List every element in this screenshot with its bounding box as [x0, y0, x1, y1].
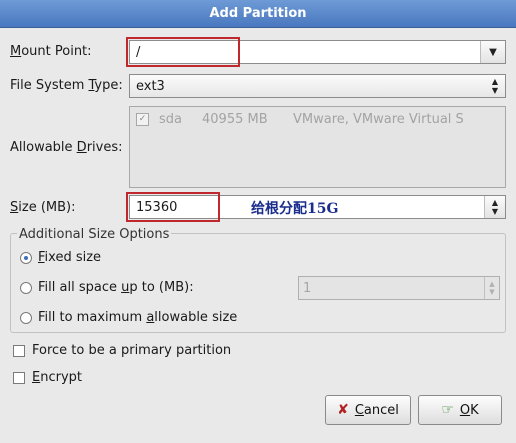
primary-partition-label: Force to be a primary partition — [32, 343, 232, 358]
fill-max-radio[interactable] — [20, 312, 32, 324]
drive-checkbox: ✓ — [136, 113, 149, 126]
fs-type-label: File System Type: — [10, 78, 123, 93]
additional-size-options-title: Additional Size Options — [17, 227, 172, 242]
ok-button[interactable]: ☞ OK — [418, 395, 502, 425]
select-updown-icon: ▲ ▼ — [491, 77, 499, 95]
drive-name: sda — [159, 112, 182, 127]
allowable-drives-list: ✓ sda 40955 MB VMware, VMware Virtual S — [129, 106, 506, 188]
spin-arrows-icon[interactable]: ▲ ▼ — [484, 196, 505, 218]
cancel-button-label: Cancel — [354, 402, 399, 418]
fill-up-to-value: 1 — [303, 281, 312, 296]
size-value[interactable]: 15360 — [136, 200, 177, 215]
primary-partition-checkbox[interactable] — [13, 345, 25, 357]
encrypt-checkbox[interactable] — [13, 372, 25, 384]
fill-up-to-radio[interactable] — [20, 282, 32, 294]
encrypt-label: Encrypt — [32, 370, 82, 385]
ok-button-label: OK — [459, 402, 479, 418]
drive-model: VMware, VMware Virtual S — [293, 112, 464, 127]
drive-size: 40955 MB — [202, 112, 268, 127]
fixed-size-radio[interactable] — [20, 252, 32, 264]
cancel-x-icon: ✘ — [337, 402, 349, 418]
fs-type-select[interactable]: ext3 ▲ ▼ — [129, 74, 506, 98]
cancel-button[interactable]: ✘ Cancel — [325, 395, 411, 425]
ok-hand-icon: ☞ — [441, 402, 454, 418]
mount-point-value[interactable]: / — [136, 45, 140, 60]
fs-type-value: ext3 — [136, 79, 165, 94]
size-annotation: 给根分配15G — [251, 201, 339, 217]
allowable-drives-label: Allowable Drives: — [10, 140, 123, 155]
size-label: Size (MB): — [10, 200, 76, 215]
fill-up-to-spinbox: 1 ▲ ▼ — [298, 276, 500, 300]
dialog-title: Add Partition — [0, 0, 516, 28]
mount-point-label: Mount Point: — [10, 44, 92, 59]
spin-arrows-icon: ▲ ▼ — [484, 277, 499, 299]
dropdown-arrow-icon[interactable]: ▼ — [480, 41, 505, 63]
fill-up-to-label: Fill all space up to (MB): — [38, 280, 194, 295]
fixed-size-label: Fixed size — [38, 250, 102, 265]
mount-point-combo[interactable]: / ▼ — [129, 40, 506, 64]
fill-max-label: Fill to maximum allowable size — [38, 310, 238, 325]
